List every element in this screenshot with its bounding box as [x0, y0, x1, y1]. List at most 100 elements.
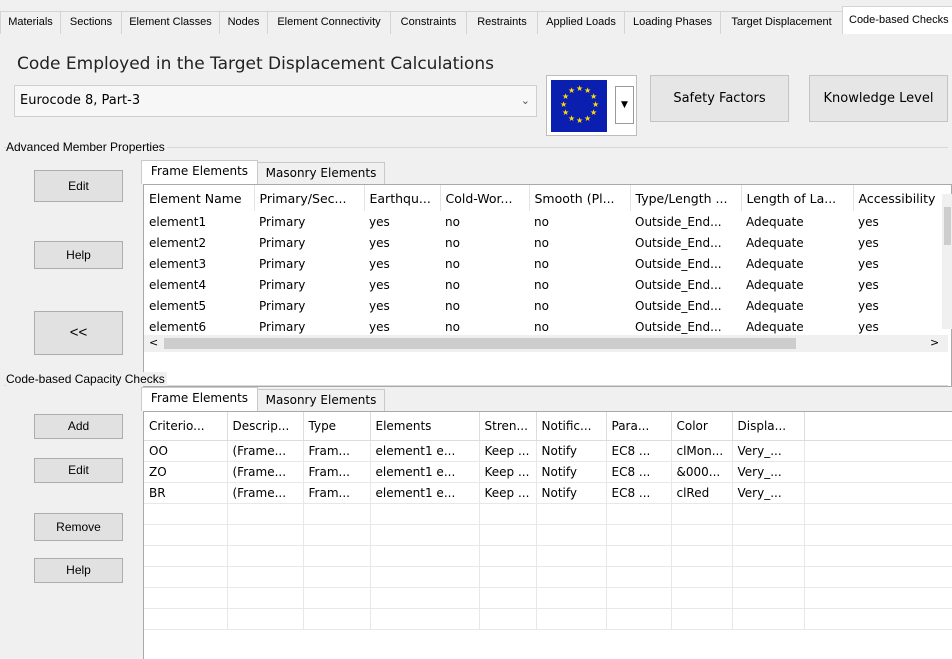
add-check-button[interactable]: Add: [34, 414, 123, 439]
grid-cell[interactable]: Very_...: [732, 440, 805, 462]
table-row[interactable]: element1 Primary yes no no Outside_End..…: [144, 211, 951, 232]
grid-cell[interactable]: Adequate: [741, 316, 853, 337]
grid-cell[interactable]: EC8 ...: [606, 440, 672, 462]
grid-cell[interactable]: Primary: [254, 274, 364, 295]
grid-cell[interactable]: no: [440, 274, 529, 295]
grid-cell[interactable]: Primary: [254, 253, 364, 274]
grid-cell[interactable]: yes: [364, 253, 440, 274]
grid-cell[interactable]: (Frame...: [227, 461, 304, 483]
grid-cell[interactable]: clMon...: [671, 440, 733, 462]
advanced-edit-button[interactable]: Edit: [34, 170, 123, 202]
grid-cell[interactable]: no: [529, 274, 630, 295]
grid-cell[interactable]: Very_...: [732, 461, 805, 483]
column-header[interactable]: Stren...: [479, 412, 537, 441]
tab-materials[interactable]: Materials: [0, 11, 61, 34]
tab-element-connectivity[interactable]: Element Connectivity: [267, 11, 391, 34]
table-row[interactable]: OO (Frame... Fram... element1 e... Keep …: [144, 440, 952, 462]
grid-cell[interactable]: no: [529, 211, 630, 232]
grid-cell[interactable]: Very_...: [732, 482, 805, 504]
grid-cell[interactable]: yes: [853, 316, 951, 337]
scroll-right-arrow[interactable]: >: [930, 335, 939, 351]
grid-cell[interactable]: element1: [144, 211, 254, 232]
table-row[interactable]: element2 Primary yes no no Outside_End..…: [144, 232, 951, 253]
grid-cell[interactable]: element1 e...: [370, 440, 480, 462]
horizontal-scroll-thumb[interactable]: [164, 338, 796, 349]
column-header[interactable]: Notific...: [536, 412, 607, 441]
grid-cell[interactable]: Primary: [254, 316, 364, 337]
capacity-checks-grid[interactable]: Criterio... Descrip... Type Elements Str…: [143, 411, 952, 659]
grid-cell[interactable]: clRed: [671, 482, 733, 504]
grid-cell[interactable]: element6: [144, 316, 254, 337]
tab-applied-loads[interactable]: Applied Loads: [537, 11, 625, 34]
column-header[interactable]: Cold-Wor...: [440, 185, 530, 211]
column-header[interactable]: Elements: [370, 412, 480, 441]
grid-cell[interactable]: yes: [364, 295, 440, 316]
column-header[interactable]: Primary/Sec...: [254, 185, 365, 211]
grid-cell[interactable]: Primary: [254, 232, 364, 253]
tab-target-displacement[interactable]: Target Displacement: [720, 11, 843, 34]
collapse-button[interactable]: <<: [34, 311, 123, 355]
column-header[interactable]: Descrip...: [227, 412, 304, 441]
column-header[interactable]: Earthqu...: [364, 185, 441, 211]
grid-cell[interactable]: Adequate: [741, 211, 853, 232]
grid-cell[interactable]: no: [529, 253, 630, 274]
tab-code-based-checks[interactable]: Code-based Checks: [842, 6, 952, 34]
adv-tab-masonry-elements[interactable]: Masonry Elements: [257, 162, 385, 184]
grid-cell[interactable]: no: [529, 232, 630, 253]
knowledge-level-button[interactable]: Knowledge Level: [809, 75, 948, 122]
grid-cell[interactable]: yes: [853, 211, 951, 232]
grid-cell[interactable]: element1 e...: [370, 461, 480, 483]
grid-cell[interactable]: Adequate: [741, 232, 853, 253]
frame-properties-grid[interactable]: Element Name Primary/Sec... Earthqu... C…: [143, 184, 952, 387]
column-header[interactable]: Criterio...: [144, 412, 228, 441]
grid-cell[interactable]: no: [529, 316, 630, 337]
grid-cell[interactable]: Outside_End...: [630, 316, 741, 337]
capacity-help-button[interactable]: Help: [34, 558, 123, 583]
grid-cell[interactable]: Fram...: [303, 440, 371, 462]
table-row[interactable]: element3 Primary yes no no Outside_End..…: [144, 253, 951, 274]
grid-cell[interactable]: yes: [364, 316, 440, 337]
column-header[interactable]: Smooth (Pl...: [529, 185, 631, 211]
vertical-scrollbar[interactable]: [942, 194, 952, 329]
horizontal-scrollbar[interactable]: < >: [144, 335, 948, 352]
capacity-edit-button[interactable]: Edit: [34, 458, 123, 483]
grid-cell[interactable]: yes: [364, 274, 440, 295]
grid-cell[interactable]: Keep ...: [479, 461, 537, 483]
grid-cell[interactable]: element5: [144, 295, 254, 316]
grid-cell[interactable]: Outside_End...: [630, 274, 741, 295]
column-header[interactable]: Para...: [606, 412, 672, 441]
grid-cell[interactable]: element4: [144, 274, 254, 295]
grid-cell[interactable]: Fram...: [303, 482, 371, 504]
grid-cell[interactable]: (Frame...: [227, 482, 304, 504]
grid-cell[interactable]: Primary: [254, 295, 364, 316]
grid-cell[interactable]: element3: [144, 253, 254, 274]
grid-cell[interactable]: Primary: [254, 211, 364, 232]
table-row[interactable]: element6 Primary yes no no Outside_End..…: [144, 316, 951, 337]
grid-cell[interactable]: no: [440, 316, 529, 337]
grid-cell[interactable]: EC8 ...: [606, 482, 672, 504]
grid-cell[interactable]: yes: [853, 253, 951, 274]
tab-element-classes[interactable]: Element Classes: [121, 11, 220, 34]
code-flag-select[interactable]: ★ ★ ★ ★ ★ ★ ★ ★ ★ ★ ★ ★ ▼: [546, 75, 637, 136]
grid-cell[interactable]: yes: [364, 232, 440, 253]
grid-cell[interactable]: Outside_End...: [630, 253, 741, 274]
remove-check-button[interactable]: Remove: [34, 513, 123, 541]
column-header[interactable]: Element Name: [144, 185, 255, 211]
scroll-left-arrow[interactable]: <: [149, 335, 158, 351]
grid-cell[interactable]: Fram...: [303, 461, 371, 483]
column-header[interactable]: Color: [671, 412, 733, 441]
grid-cell[interactable]: EC8 ...: [606, 461, 672, 483]
grid-cell[interactable]: element1 e...: [370, 482, 480, 504]
grid-cell[interactable]: Outside_End...: [630, 232, 741, 253]
advanced-help-button[interactable]: Help: [34, 241, 123, 269]
table-row[interactable]: element5 Primary yes no no Outside_End..…: [144, 295, 951, 316]
column-header[interactable]: Accessibility: [853, 185, 951, 211]
grid-cell[interactable]: no: [529, 295, 630, 316]
grid-cell[interactable]: yes: [853, 295, 951, 316]
grid-cell[interactable]: yes: [853, 232, 951, 253]
code-select[interactable]: Eurocode 8, Part-3 ⌄: [14, 85, 537, 117]
column-header[interactable]: Type: [303, 412, 371, 441]
grid-cell[interactable]: Outside_End...: [630, 295, 741, 316]
grid-cell[interactable]: Notify: [536, 482, 607, 504]
table-row[interactable]: element4 Primary yes no no Outside_End..…: [144, 274, 951, 295]
